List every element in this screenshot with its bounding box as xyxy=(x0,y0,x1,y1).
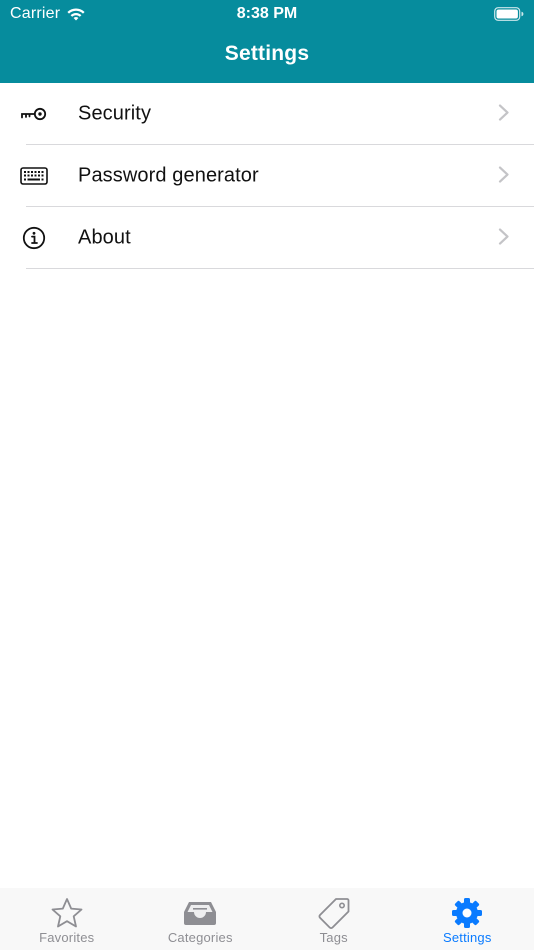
keyboard-icon xyxy=(19,163,49,189)
settings-row-security[interactable]: Security xyxy=(0,83,534,145)
battery-icon xyxy=(494,7,524,26)
page-title: Settings xyxy=(224,42,310,65)
settings-row-label: Password generator xyxy=(78,164,259,187)
gear-icon xyxy=(449,896,485,930)
chevron-right-icon xyxy=(498,104,509,121)
settings-list: Security Password generator About xyxy=(0,83,534,269)
tab-label: Settings xyxy=(442,930,492,945)
settings-row-password-generator[interactable]: Password generator xyxy=(0,145,534,207)
tab-settings[interactable]: Settings xyxy=(401,888,534,950)
tab-categories[interactable]: Categories xyxy=(134,888,268,950)
info-icon xyxy=(19,225,49,251)
status-bar: Carrier 8:38 PM xyxy=(0,0,534,28)
tab-label: Favorites xyxy=(39,930,95,945)
tab-label: Categories xyxy=(167,930,233,945)
tab-label: Tags xyxy=(319,930,348,945)
chevron-right-icon xyxy=(498,166,509,183)
navigation-header: Carrier 8:38 PM Settings xyxy=(0,0,534,83)
settings-row-label: About xyxy=(78,226,131,249)
tab-bar: Favorites Categories Tags Settings xyxy=(0,888,534,950)
settings-row-label: Security xyxy=(78,102,152,125)
tag-icon xyxy=(316,896,352,930)
settings-row-about[interactable]: About xyxy=(0,207,534,269)
star-icon xyxy=(49,896,85,930)
status-time: 8:38 PM xyxy=(236,5,298,22)
tab-favorites[interactable]: Favorites xyxy=(0,888,134,950)
tray-icon xyxy=(182,896,218,930)
key-icon xyxy=(19,101,49,127)
tab-tags[interactable]: Tags xyxy=(267,888,401,950)
chevron-right-icon xyxy=(498,228,509,245)
